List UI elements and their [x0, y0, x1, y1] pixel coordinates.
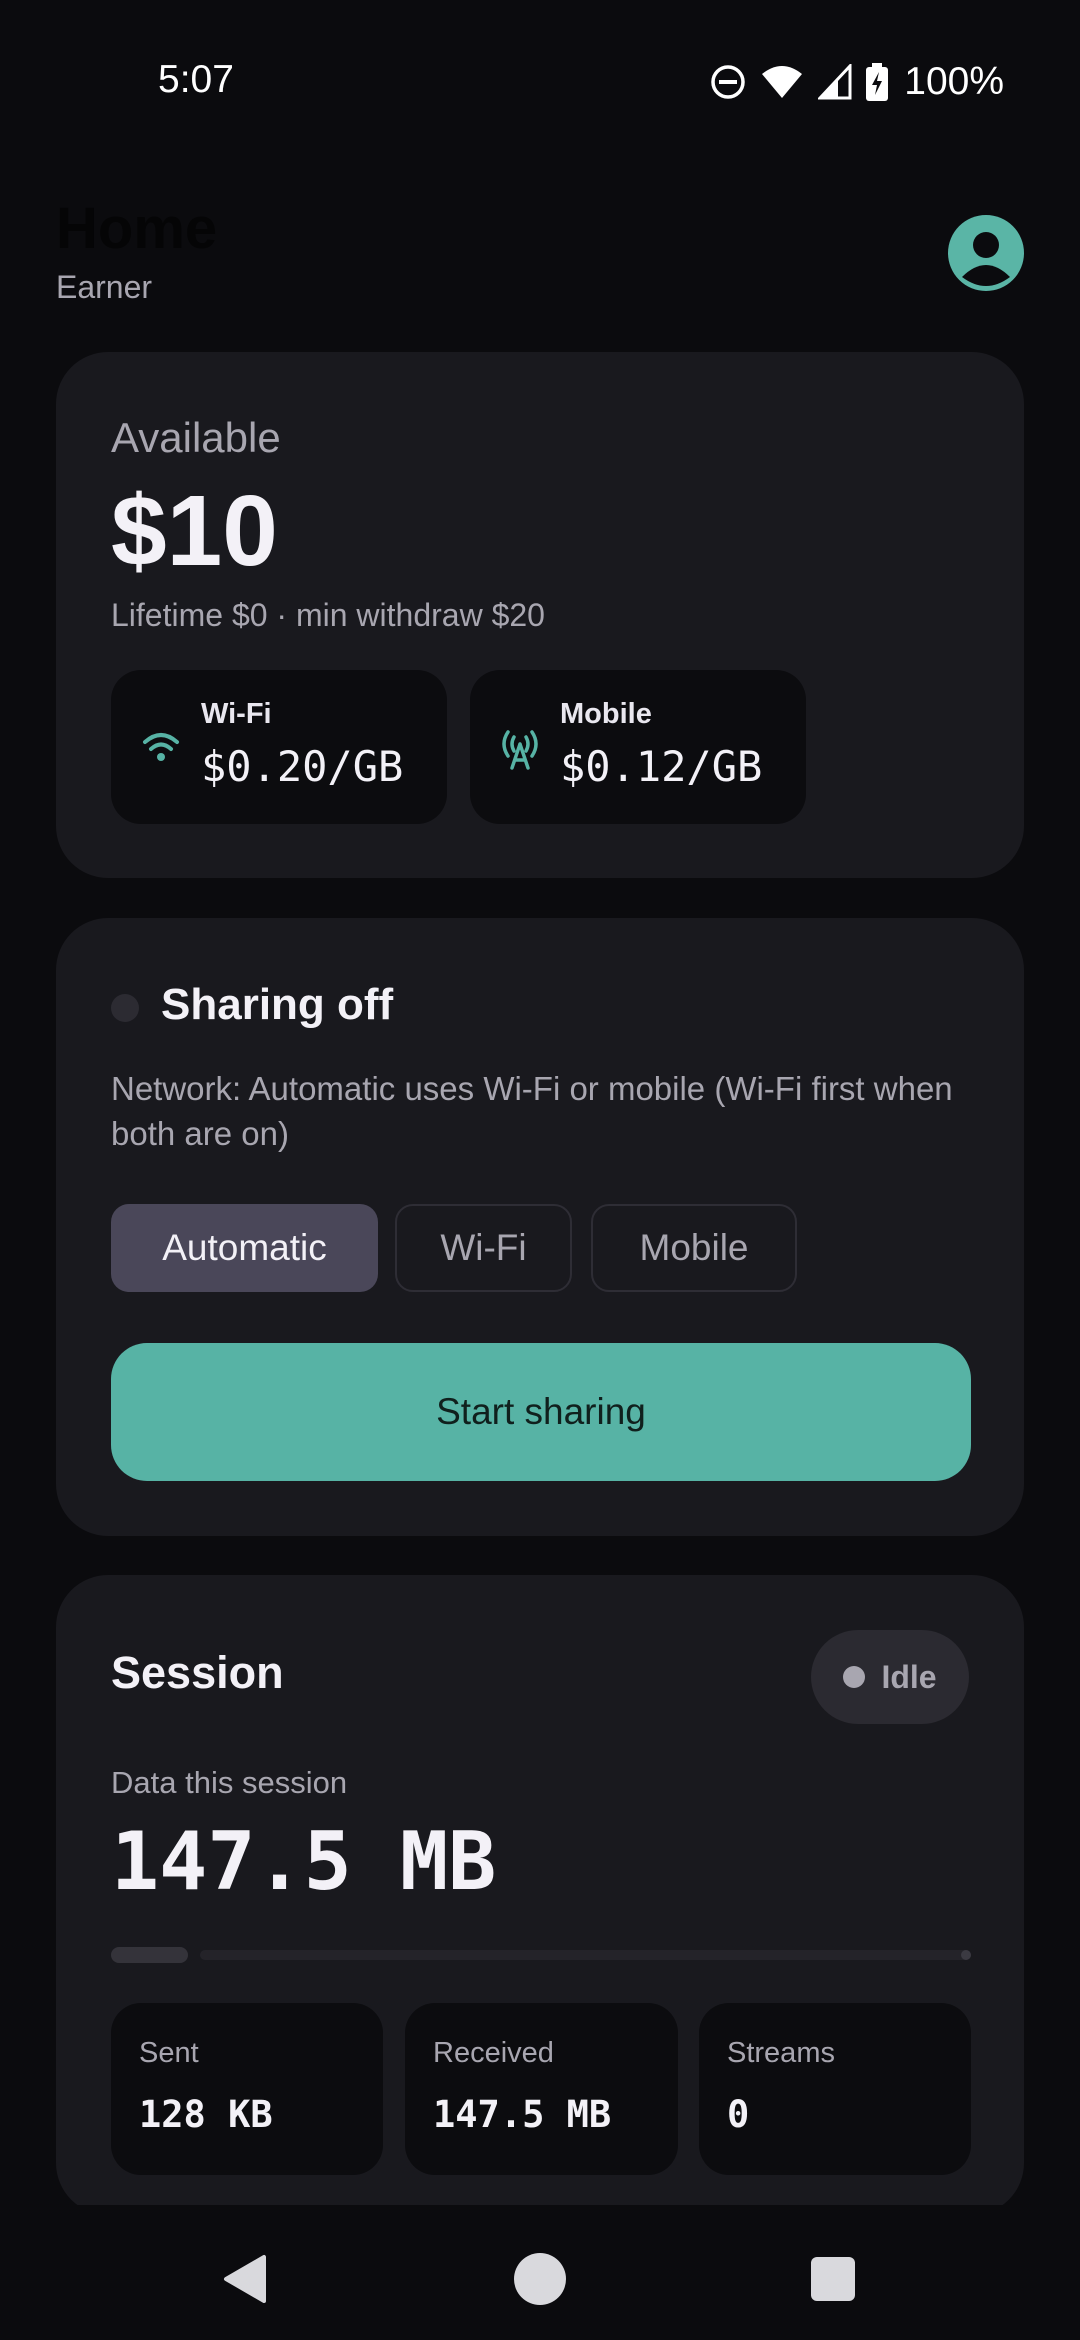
back-icon[interactable] — [222, 2253, 268, 2305]
session-status-badge: Idle — [811, 1630, 969, 1724]
cell-tower-icon — [502, 730, 538, 770]
progress-end-marker — [961, 1950, 971, 1960]
network-option-wifi[interactable]: Wi-Fi — [395, 1204, 572, 1292]
network-description: Network: Automatic uses Wi-Fi or mobile … — [111, 1070, 953, 1152]
stat-sent-label: Sent — [139, 2037, 199, 2069]
wifi-rate-tile: Wi-Fi $0.20/GB — [111, 670, 447, 824]
wifi-rate-price: $0.20/GB — [201, 742, 404, 791]
mobile-rate-tile: Mobile $0.12/GB — [470, 670, 806, 824]
progress-track — [200, 1950, 971, 1960]
battery-charging-icon — [866, 63, 889, 101]
cell-signal-icon — [818, 64, 852, 100]
wifi-icon — [143, 733, 179, 761]
session-title: Session — [111, 1647, 284, 1698]
progress-fill — [111, 1947, 188, 1963]
home-icon[interactable] — [514, 2253, 566, 2305]
stat-sent-value: 128 KB — [139, 2093, 273, 2136]
account-circle-icon — [962, 232, 1010, 286]
stat-received-label: Received — [433, 2037, 554, 2069]
mobile-rate-price: $0.12/GB — [560, 742, 763, 791]
session-data-label: Data this session — [111, 1765, 348, 1800]
start-sharing-button[interactable]: Start sharing — [111, 1343, 971, 1481]
status-bar: 5:07 100% — [0, 0, 1080, 160]
stat-streams: Streams 0 — [699, 2003, 971, 2175]
recent-apps-icon[interactable] — [811, 2257, 855, 2301]
account-avatar-button[interactable] — [948, 215, 1024, 291]
page-title: Home — [56, 196, 218, 261]
stat-streams-label: Streams — [727, 2037, 835, 2069]
status-time: 5:07 — [158, 58, 234, 101]
balance-meta: Lifetime $0 · min withdraw $20 — [111, 597, 545, 633]
battery-percent: 100% — [904, 60, 1004, 103]
sharing-card: Sharing off Network: Automatic uses Wi-F… — [56, 918, 1024, 1536]
stat-received-value: 147.5 MB — [433, 2093, 612, 2136]
network-option-mobile[interactable]: Mobile — [591, 1204, 797, 1292]
mobile-rate-name: Mobile — [560, 698, 652, 730]
sharing-status: Sharing off — [161, 980, 394, 1029]
stat-streams-value: 0 — [727, 2093, 750, 2136]
status-dot — [843, 1666, 866, 1688]
status-icons: 100% — [710, 58, 1004, 106]
balance-card: Available $10 Lifetime $0 · min withdraw… — [56, 352, 1024, 878]
session-status-label: Idle — [881, 1658, 937, 1695]
session-progress-bar — [111, 1947, 971, 1963]
wifi-rate-name: Wi-Fi — [201, 698, 272, 730]
balance-amount: $10 — [111, 475, 278, 587]
stat-sent: Sent 128 KB — [111, 2003, 383, 2175]
page-subtitle: Earner — [56, 269, 153, 305]
network-option-automatic[interactable]: Automatic — [111, 1204, 378, 1292]
sharing-status-dot — [111, 994, 139, 1022]
balance-label: Available — [111, 414, 281, 461]
app-header: Home Earner — [56, 195, 1024, 325]
do-not-disturb-icon — [711, 65, 745, 99]
stat-received: Received 147.5 MB — [405, 2003, 678, 2175]
session-card: Session Idle Data this session 147.5 MB … — [56, 1575, 1024, 2215]
wifi-signal-icon — [762, 66, 803, 98]
session-data-value: 147.5 MB — [111, 1815, 497, 1908]
system-navigation-bar — [0, 2205, 1080, 2340]
